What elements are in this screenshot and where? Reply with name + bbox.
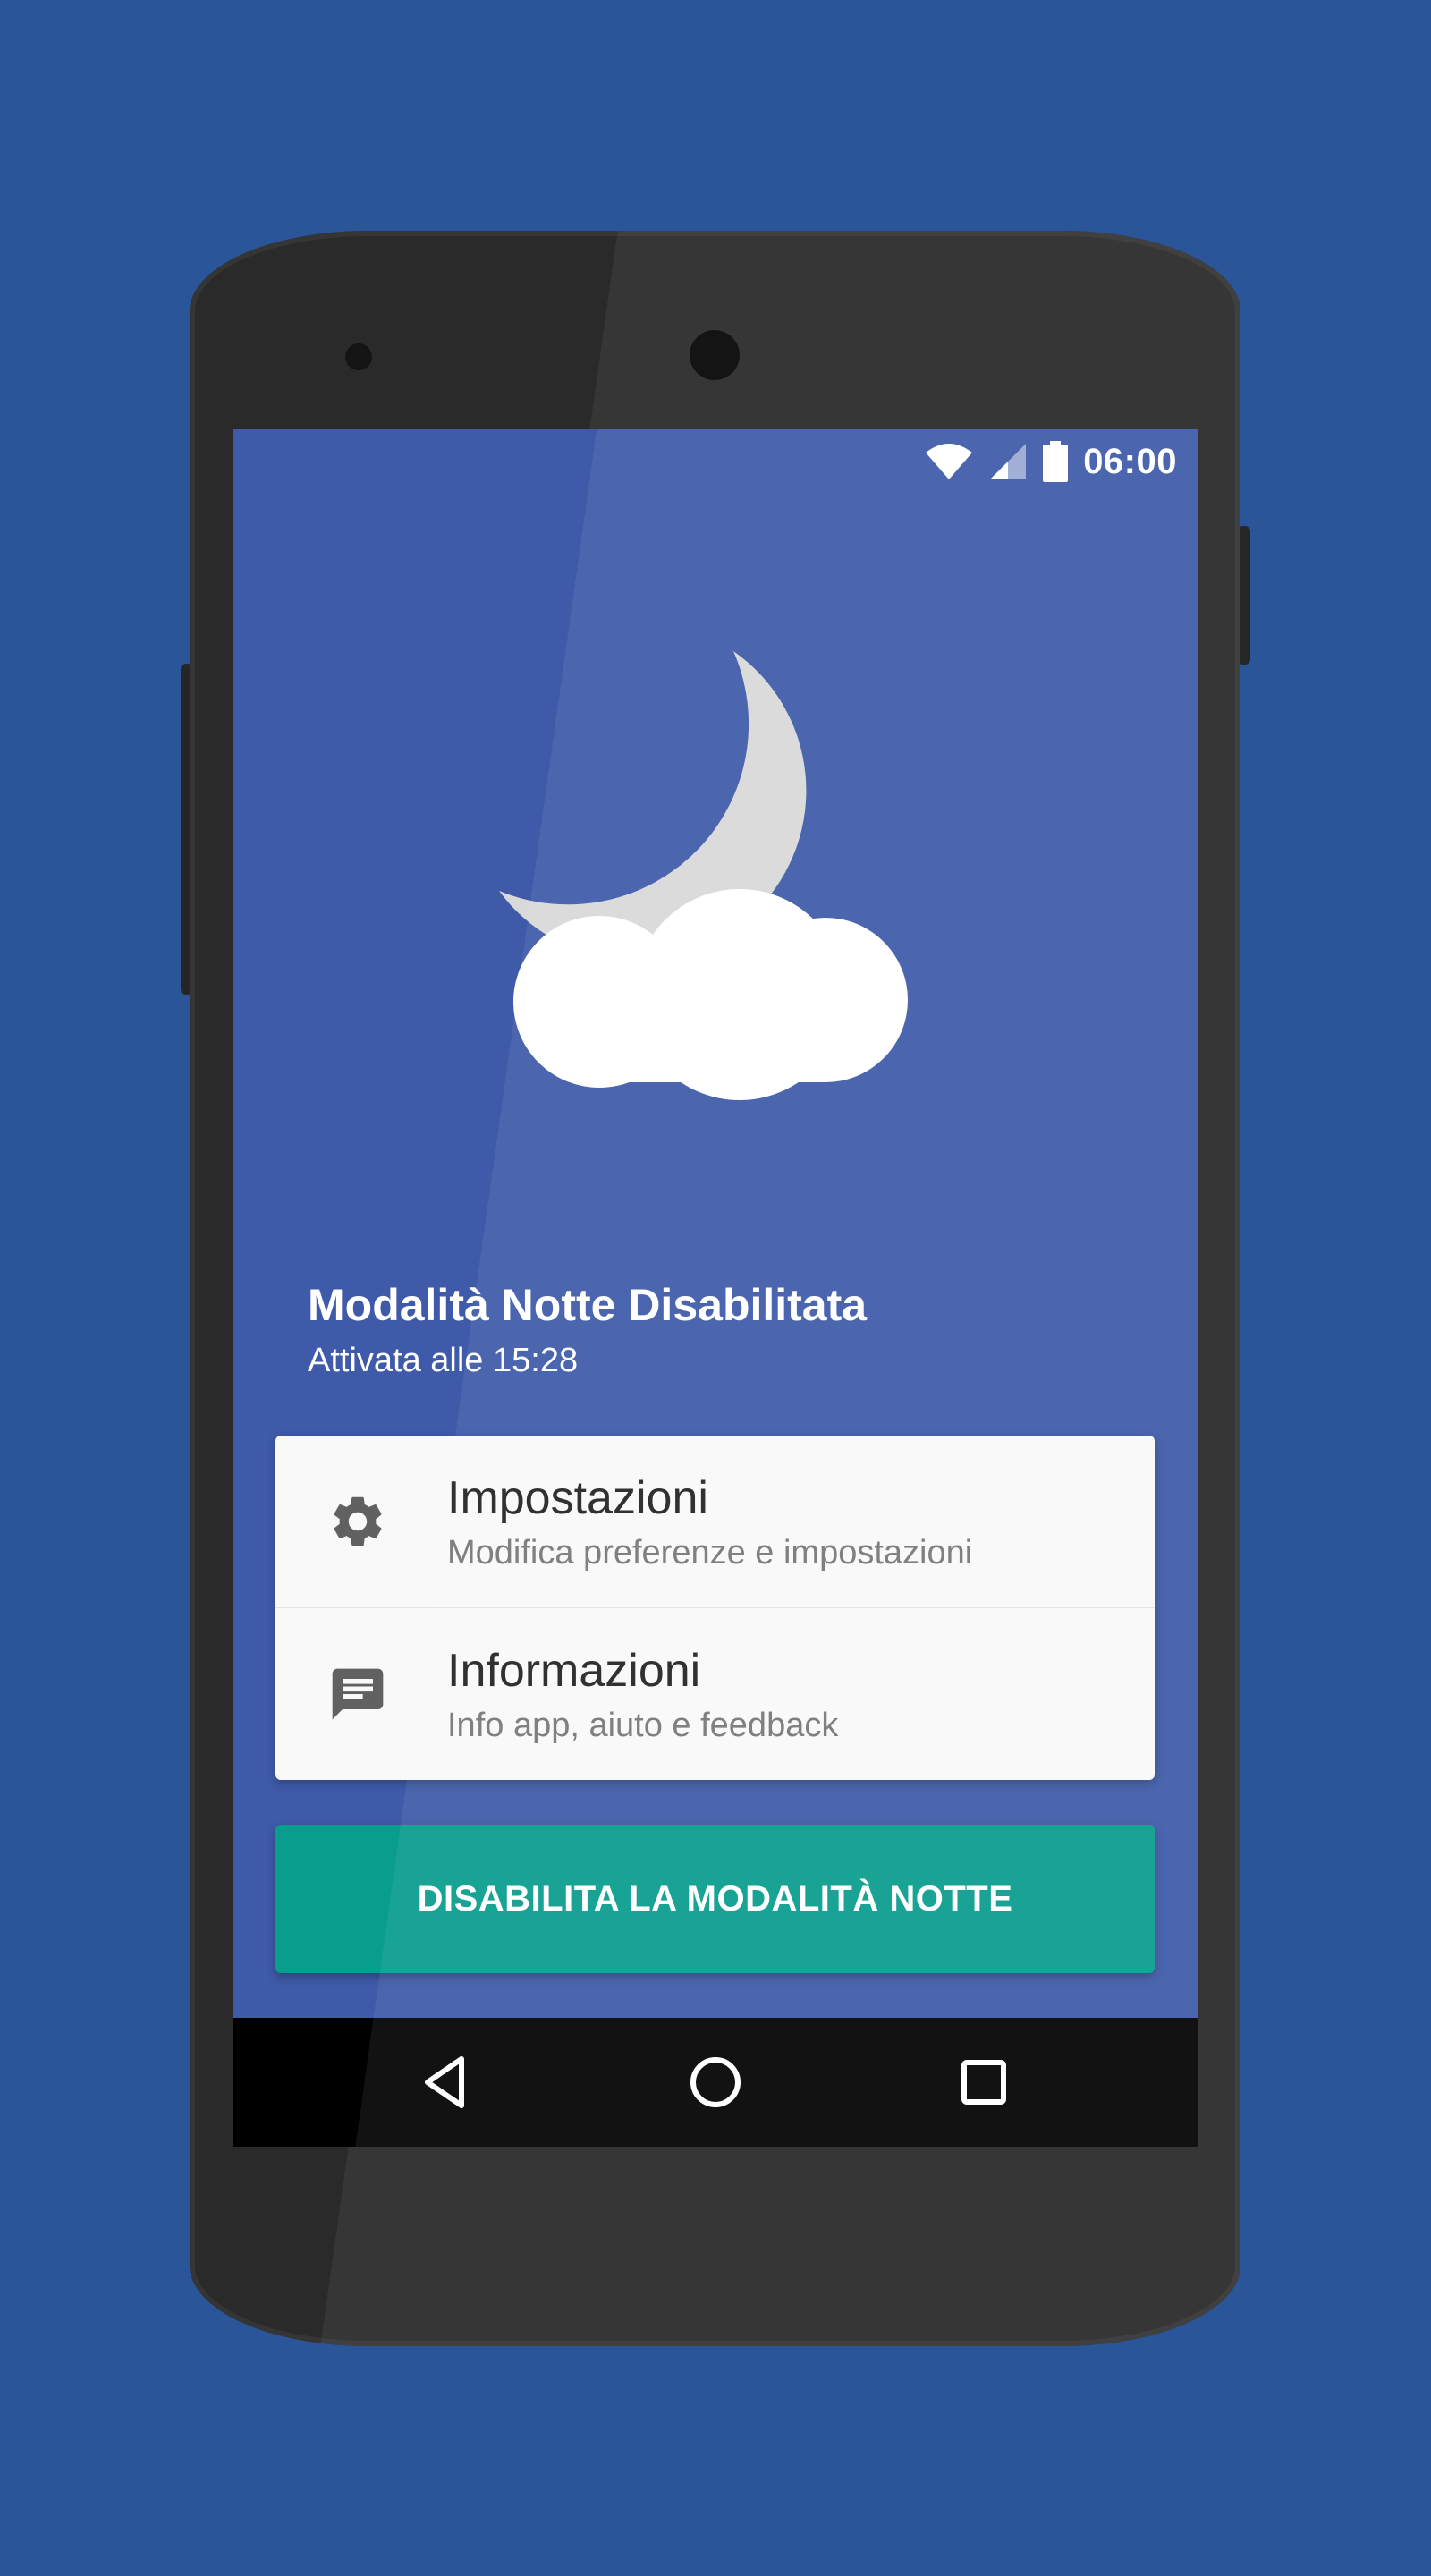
recents-icon[interactable]	[952, 2050, 1016, 2114]
navigation-bar	[233, 2018, 1198, 2147]
front-camera	[690, 330, 740, 380]
home-icon[interactable]	[683, 2050, 748, 2114]
cloud-icon	[513, 889, 908, 1100]
menu-card: Impostazioni Modifica preferenze e impos…	[275, 1436, 1155, 1780]
menu-item-subtitle: Info app, aiuto e feedback	[447, 1707, 839, 1744]
menu-item-subtitle: Modifica preferenze e impostazioni	[447, 1534, 973, 1572]
gear-icon	[334, 1496, 382, 1546]
menu-item-title: Impostazioni	[447, 1472, 708, 1524]
app-screen: 06:00 Modalità Notte Disabilitata Attiva…	[233, 429, 1198, 2147]
night-illustration	[499, 651, 908, 1100]
disable-night-mode-button[interactable]: DISABILITA LA MODALITÀ NOTTE	[275, 1825, 1155, 1973]
chat-icon	[332, 1668, 384, 1720]
back-icon[interactable]	[415, 2050, 479, 2114]
night-mode-status-subtitle: Attivata alle 15:28	[308, 1342, 579, 1379]
night-mode-status-title: Modalità Notte Disabilitata	[308, 1280, 868, 1330]
proximity-sensor	[345, 343, 372, 370]
menu-item-info[interactable]: Informazioni Info app, aiuto e feedback	[275, 1608, 1155, 1780]
menu-item-title: Informazioni	[447, 1645, 701, 1697]
menu-item-settings[interactable]: Impostazioni Modifica preferenze e impos…	[275, 1436, 1155, 1608]
